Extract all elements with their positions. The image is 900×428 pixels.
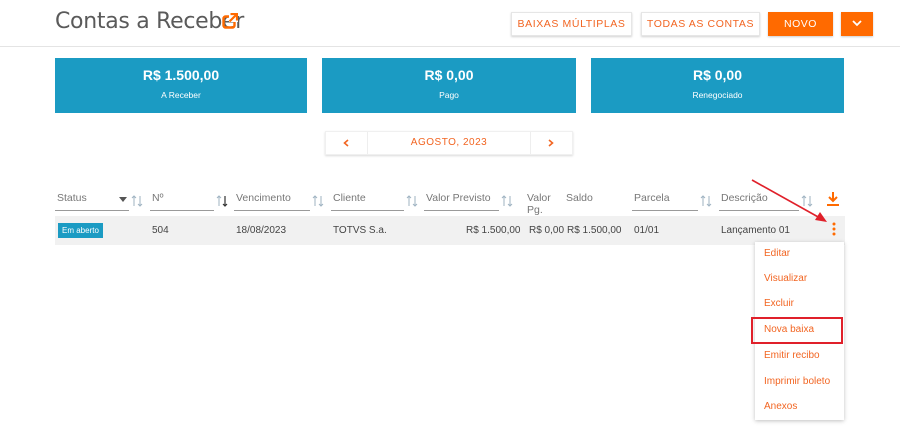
- cell-vencimento: 18/08/2023: [236, 225, 287, 236]
- summary-value: R$ 1.500,00: [142, 67, 220, 83]
- page-title: Contas a Receber: [55, 9, 245, 34]
- cell-valor-previsto: R$ 1.500,00: [466, 225, 521, 236]
- menu-item-editar[interactable]: Editar: [755, 242, 844, 266]
- column-label: Parcela: [634, 192, 670, 204]
- summary-value: R$ 0,00: [692, 67, 743, 83]
- menu-item-nova-baixa[interactable]: Nova baixa: [755, 318, 844, 342]
- menu-item-excluir[interactable]: Excluir: [755, 292, 844, 316]
- summary-card-a-receber: R$ 1.500,00 A Receber: [55, 58, 307, 113]
- cell-valor-pg: R$ 0,00: [529, 225, 565, 236]
- next-month-button[interactable]: [530, 132, 572, 154]
- baixas-multiplas-button[interactable]: BAIXAS MÚLTIPLAS: [511, 12, 632, 36]
- chevron-down-icon: [852, 20, 862, 27]
- column-label: Valor Pg.: [527, 192, 551, 216]
- summary-value: R$ 0,00: [424, 67, 474, 83]
- sort-icon[interactable]: [406, 195, 418, 207]
- column-header-numero[interactable]: Nº: [150, 189, 232, 211]
- summary-label: A Receber: [161, 90, 201, 100]
- column-label: Valor Previsto: [426, 192, 491, 204]
- status-badge: Em aberto: [58, 223, 103, 238]
- column-label: Vencimento: [236, 192, 291, 204]
- month-navigator: AGOSTO, 2023: [325, 131, 573, 155]
- cell-numero: 504: [152, 225, 169, 236]
- download-icon[interactable]: [827, 192, 839, 206]
- novo-dropdown-button[interactable]: [841, 12, 873, 36]
- column-label: Saldo: [566, 192, 593, 204]
- column-header-parcela[interactable]: Parcela: [632, 189, 718, 211]
- summary-label: Pago: [439, 90, 459, 100]
- menu-item-anexos[interactable]: Anexos: [755, 395, 844, 419]
- chevron-left-icon: [343, 139, 349, 147]
- menu-item-emitir-recibo[interactable]: Emitir recibo: [755, 344, 844, 368]
- summary-card-pago: R$ 0,00 Pago: [322, 58, 576, 113]
- column-header-saldo: Saldo: [564, 189, 626, 211]
- column-header-valor-previsto[interactable]: Valor Previsto: [424, 189, 518, 211]
- cell-cliente: TOTVS S.a.: [333, 225, 387, 236]
- column-label: Nº: [152, 192, 164, 204]
- column-label: Descrição: [721, 192, 768, 204]
- current-month-label: AGOSTO, 2023: [410, 137, 488, 148]
- sort-icon[interactable]: [501, 195, 513, 207]
- row-context-menu: Editar Visualizar Excluir Nova baixa Emi…: [755, 242, 844, 420]
- summary-card-renegociado: R$ 0,00 Renegociado: [591, 58, 844, 113]
- menu-item-imprimir-boleto[interactable]: Imprimir boleto: [755, 370, 844, 394]
- kebab-menu-icon[interactable]: [829, 221, 839, 237]
- column-label: Cliente: [333, 192, 366, 204]
- sort-icon[interactable]: [131, 195, 143, 207]
- page-header: Contas a Receber BAIXAS MÚLTIPLAS TODAS …: [0, 0, 900, 47]
- column-header-vencimento[interactable]: Vencimento: [234, 189, 330, 211]
- sort-icon[interactable]: [312, 195, 324, 207]
- cell-descricao: Lançamento 01: [721, 225, 790, 236]
- summary-label: Renegociado: [692, 90, 743, 100]
- sort-icon[interactable]: [216, 195, 228, 207]
- menu-item-visualizar[interactable]: Visualizar: [755, 267, 844, 291]
- cell-saldo: R$ 1.500,00: [567, 225, 622, 236]
- sort-icon[interactable]: [801, 195, 813, 207]
- novo-button[interactable]: NOVO: [768, 12, 833, 36]
- sort-icon[interactable]: [700, 195, 712, 207]
- column-header-valor-pg: Valor Pg.: [525, 189, 565, 216]
- external-link-icon[interactable]: [222, 13, 238, 29]
- caret-down-icon[interactable]: [119, 197, 127, 202]
- previous-month-button[interactable]: [326, 132, 368, 154]
- column-header-descricao[interactable]: Descrição: [719, 189, 817, 211]
- column-header-cliente[interactable]: Cliente: [331, 189, 423, 211]
- cell-parcela: 01/01: [634, 225, 660, 236]
- column-label: Status: [57, 192, 87, 204]
- column-header-status[interactable]: Status: [55, 189, 150, 211]
- todas-as-contas-button[interactable]: TODAS AS CONTAS: [641, 12, 760, 36]
- chevron-right-icon: [548, 139, 554, 147]
